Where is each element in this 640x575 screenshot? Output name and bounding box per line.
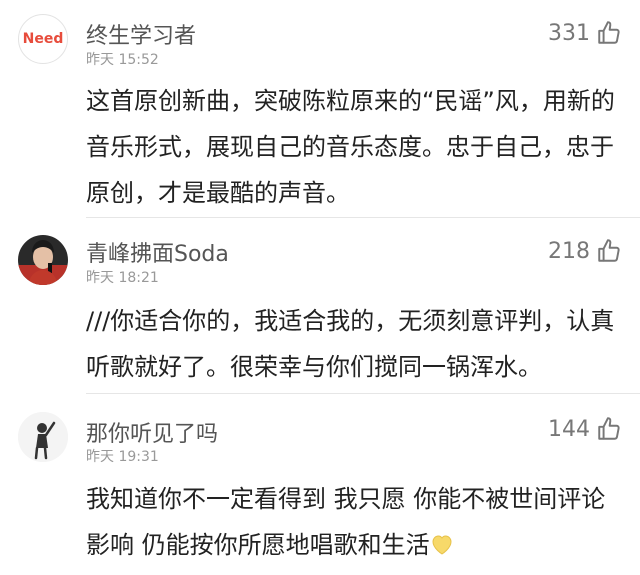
avatar-photo: [18, 235, 68, 285]
comment-line: 原创，才是最酷的声音。: [86, 179, 350, 207]
comment-line: 影响 仍能按你所愿地唱歌和生活: [86, 531, 430, 559]
like-button[interactable]: 144: [548, 416, 622, 442]
username[interactable]: 青峰拂面Soda: [86, 236, 229, 268]
yellow-heart-emoji: [432, 535, 452, 555]
like-button[interactable]: 331: [548, 20, 622, 46]
like-button[interactable]: 218: [548, 238, 622, 264]
avatar[interactable]: Need: [18, 14, 68, 64]
comment-line: ///你适合你的，我适合我的，无须刻意评判，认真: [86, 307, 615, 335]
thumbs-up-icon: [598, 417, 620, 440]
thumbs-up-icon: [598, 239, 620, 262]
comment-item: Need 终生学习者 昨天 15:52 331 这首原创新曲，突破陈粒原来的“民…: [0, 0, 640, 218]
comment-line: 音乐形式，展现自己的音乐态度。忠于自己，忠于: [86, 133, 614, 161]
comment-text: 这首原创新曲，突破陈粒原来的“民谣”风，用新的 音乐形式，展现自己的音乐态度。忠…: [86, 78, 626, 216]
comment-line: 听歌就好了。很荣幸与你们搅同一锅浑水。: [86, 353, 542, 381]
timestamp: 昨天 15:52: [86, 52, 159, 68]
avatar-text: Need: [22, 31, 64, 47]
like-count: 218: [548, 238, 590, 264]
avatar[interactable]: [18, 235, 68, 285]
comment-line: 这首原创新曲，突破陈粒原来的“民谣”风，用新的: [86, 87, 615, 115]
like-count: 144: [548, 416, 590, 442]
avatar[interactable]: [18, 412, 68, 462]
comment-line-with-emoji: 影响 仍能按你所愿地唱歌和生活: [86, 522, 626, 568]
comment-item: 青峰拂面Soda 昨天 18:21 218 ///你适合你的，我适合我的，无须刻…: [0, 218, 640, 394]
username[interactable]: 那你听见了吗: [86, 416, 218, 448]
comment-item: 那你听见了吗 昨天 19:31 144 我知道你不一定看得到 我只愿 你能不被世…: [0, 394, 640, 575]
timestamp: 昨天 19:31: [86, 449, 159, 465]
comment-line: 我知道你不一定看得到 我只愿 你能不被世间评论: [86, 485, 606, 513]
like-count: 331: [548, 20, 590, 46]
comment-text: 我知道你不一定看得到 我只愿 你能不被世间评论 影响 仍能按你所愿地唱歌和生活: [86, 476, 626, 568]
avatar-photo: [18, 412, 68, 462]
timestamp: 昨天 18:21: [86, 270, 159, 286]
thumbs-up-icon: [598, 21, 620, 44]
comment-text: ///你适合你的，我适合我的，无须刻意评判，认真 听歌就好了。很荣幸与你们搅同一…: [86, 298, 626, 390]
username[interactable]: 终生学习者: [86, 18, 196, 50]
